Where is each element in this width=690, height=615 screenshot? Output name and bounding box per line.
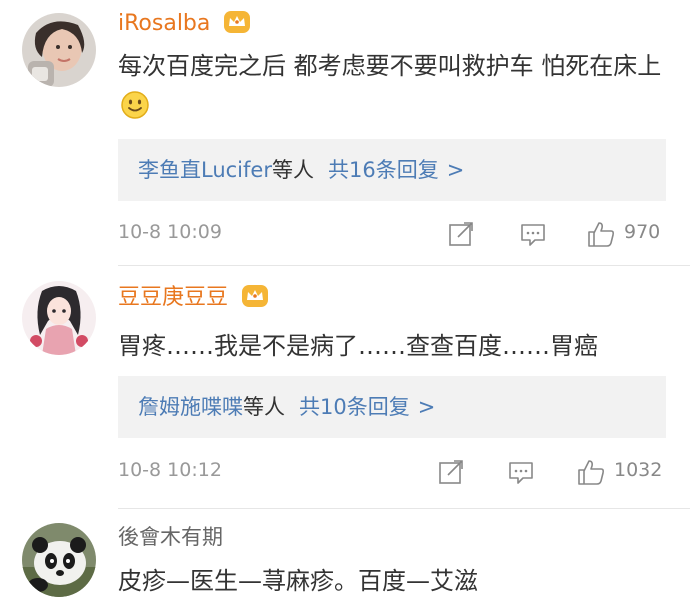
repost-icon[interactable] [436, 457, 466, 487]
chevron-right-icon[interactable]: > [447, 158, 465, 182]
avatar[interactable] [22, 523, 96, 597]
username[interactable]: 後會木有期 [118, 523, 223, 551]
reply-count[interactable]: 共10条回复 [299, 395, 410, 419]
crown-badge-icon [241, 284, 269, 316]
comment-icon[interactable] [506, 457, 536, 487]
comment-text: 每次百度完之后 都考虑要不要叫救护车 怕死在床上 [118, 46, 663, 132]
comment-meta: 10-8 10:09 970 [118, 219, 666, 249]
timestamp: 10-8 10:12 [118, 459, 222, 481]
comment-text-content: 每次百度完之后 都考虑要不要叫救护车 怕死在床上 [118, 52, 662, 80]
comment-icon[interactable] [518, 219, 548, 249]
reply-names[interactable]: 詹姆施喋喋 [138, 395, 243, 419]
comment-item: 後會木有期 皮疹—医生—荨麻疹。百度—艾滋 [0, 509, 690, 615]
reply-preview-text[interactable]: 李鱼直Lucifer等人 共16条回复 > [138, 155, 464, 185]
timestamp: 10-8 10:09 [118, 221, 222, 243]
comment-text-content: 胃疼……我是不是病了……查查百度……胃癌 [118, 332, 598, 360]
crown-badge-icon [223, 10, 251, 42]
username[interactable]: 豆豆庚豆豆 [118, 284, 269, 316]
username-text[interactable]: iRosalba [118, 11, 210, 36]
reply-count[interactable]: 共16条回复 [328, 158, 439, 182]
username-text[interactable]: 後會木有期 [118, 525, 223, 549]
comment-item: 豆豆庚豆豆 胃疼……我是不是病了……查查百度……胃癌 詹姆施喋喋等人 共10条回复… [0, 266, 690, 509]
reply-others: 等人 [243, 395, 285, 419]
like-icon[interactable] [576, 457, 606, 487]
comment-text: 皮疹—医生—荨麻疹。百度—艾滋 [118, 561, 663, 601]
like-icon[interactable] [586, 219, 616, 249]
comment-text-content: 皮疹—医生—荨麻疹。百度—艾滋 [118, 567, 478, 595]
username[interactable]: iRosalba [118, 10, 251, 42]
reply-names[interactable]: 李鱼直Lucifer [138, 158, 272, 182]
like-count: 1032 [614, 459, 663, 481]
like-count: 970 [624, 221, 661, 243]
avatar[interactable] [22, 281, 96, 355]
reply-preview[interactable]: 詹姆施喋喋等人 共10条回复 > [118, 376, 666, 438]
repost-icon[interactable] [446, 219, 476, 249]
reply-others: 等人 [271, 158, 314, 182]
comment-meta: 10-8 10:12 1032 [118, 457, 666, 487]
comment-item: iRosalba 每次百度完之后 都考虑要不要叫救护车 怕死在床上 李鱼直Luc… [0, 0, 690, 266]
comment-text: 胃疼……我是不是病了……查查百度……胃癌 [118, 326, 663, 366]
username-text[interactable]: 豆豆庚豆豆 [118, 285, 228, 310]
smiley-emoji-icon [120, 90, 150, 132]
chevron-right-icon[interactable]: > [418, 395, 436, 419]
reply-preview[interactable]: 李鱼直Lucifer等人 共16条回复 > [118, 139, 666, 201]
reply-preview-text[interactable]: 詹姆施喋喋等人 共10条回复 > [138, 392, 435, 422]
avatar[interactable] [22, 13, 96, 87]
